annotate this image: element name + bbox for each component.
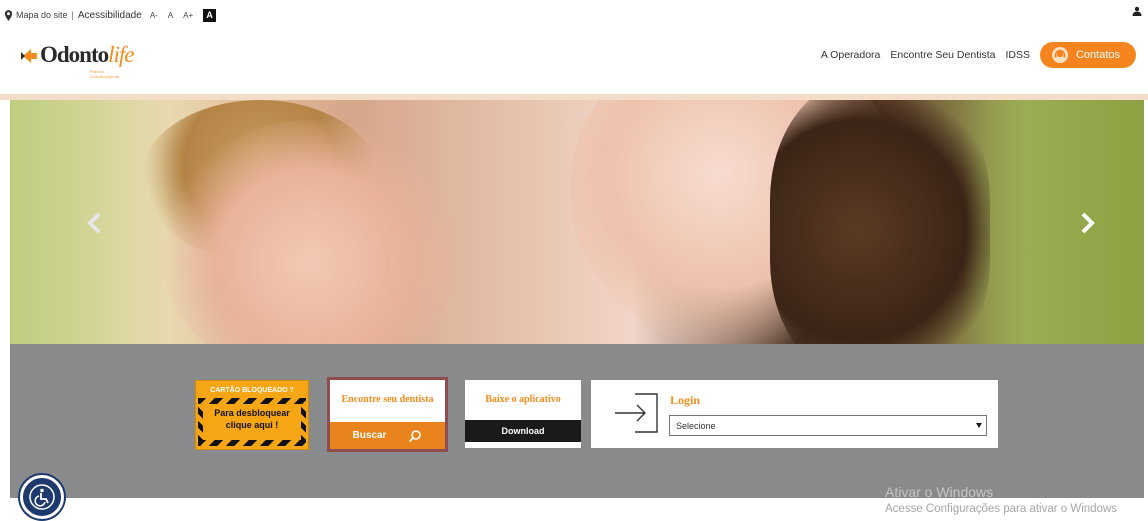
search-dentist-label: Buscar xyxy=(352,430,387,441)
odontolife-logo[interactable]: Odontolife Planos Odontológicos xyxy=(20,42,135,79)
logo-wordmark-accent: life xyxy=(108,42,134,67)
accessibility-widget-button[interactable] xyxy=(20,475,64,519)
hero-background-right xyxy=(964,100,1144,344)
wheelchair-icon xyxy=(29,484,55,510)
warning-stripes-top xyxy=(198,398,306,404)
hero-image-mother-hair xyxy=(770,100,990,344)
hero-banner xyxy=(10,100,1144,344)
find-dentist-title: Encontre seu dentista xyxy=(341,394,434,405)
search-icon xyxy=(409,429,422,442)
headset-icon xyxy=(1051,47,1068,63)
blocked-card-button[interactable]: CARTÃO BLOQUEADO ? Para desbloquear cliq… xyxy=(195,380,309,450)
sitemap-link[interactable]: Mapa do site xyxy=(16,10,68,20)
download-button[interactable]: Download xyxy=(465,420,581,442)
logo-wordmark: Odontolife xyxy=(40,42,135,67)
page: Mapa do site | Acessibilidade A- A A+ A … xyxy=(0,0,1148,521)
blocked-card-title: CARTÃO BLOQUEADO ? xyxy=(210,387,294,394)
user-icon[interactable] xyxy=(1132,6,1142,16)
blocked-card-message: Para desbloquear clique aqui ! xyxy=(196,407,308,431)
font-decrease-button[interactable]: A- xyxy=(150,11,158,20)
find-dentist-card[interactable]: Encontre seu dentista Buscar xyxy=(327,377,448,452)
accessibility-label: Acessibilidade xyxy=(77,9,142,21)
accessibility-bar: Mapa do site | Acessibilidade A- A A+ A xyxy=(4,6,217,24)
contrast-toggle-button[interactable]: A xyxy=(203,8,217,22)
search-dentist-button[interactable]: Buscar xyxy=(330,422,445,449)
font-reset-button[interactable]: A xyxy=(168,11,173,20)
carousel-next-icon[interactable] xyxy=(1078,212,1096,234)
blocked-card-line1: Para desbloquear xyxy=(214,408,290,418)
contatos-label: Contatos xyxy=(1075,49,1120,61)
app-download-card[interactable]: Baixe o aplicativo Download xyxy=(465,380,581,448)
nav-item-operadora[interactable]: A Operadora xyxy=(821,49,881,61)
map-pin-icon xyxy=(4,9,13,21)
blocked-card-line2: clique aqui ! xyxy=(225,420,279,430)
warning-stripes-bottom xyxy=(198,440,306,446)
logo-arrow-icon xyxy=(21,49,37,63)
login-icon xyxy=(615,393,658,433)
logo-tagline: Planos Odontológicos xyxy=(90,69,120,79)
login-title: Login xyxy=(670,393,701,407)
contatos-button[interactable]: Contatos xyxy=(1039,42,1136,68)
app-download-title: Baixe o aplicativo xyxy=(485,394,561,405)
divider: | xyxy=(71,10,74,20)
font-increase-button[interactable]: A+ xyxy=(183,11,193,20)
logo-wordmark-main: Odonto xyxy=(40,42,109,67)
main-nav: A Operadora Encontre Seu Dentista IDSS C… xyxy=(811,42,1136,68)
nav-item-encontre-dentista[interactable]: Encontre Seu Dentista xyxy=(890,49,995,61)
windows-activation-subtitle: Acesse Configurações para ativar o Windo… xyxy=(885,503,1118,515)
nav-item-idss[interactable]: IDSS xyxy=(1005,49,1030,61)
login-profile-select[interactable]: Selecione xyxy=(669,415,987,436)
carousel-prev-icon[interactable] xyxy=(86,212,104,234)
login-card: Login Selecione xyxy=(591,380,998,448)
windows-activation-title: Ativar o Windows xyxy=(885,484,994,500)
